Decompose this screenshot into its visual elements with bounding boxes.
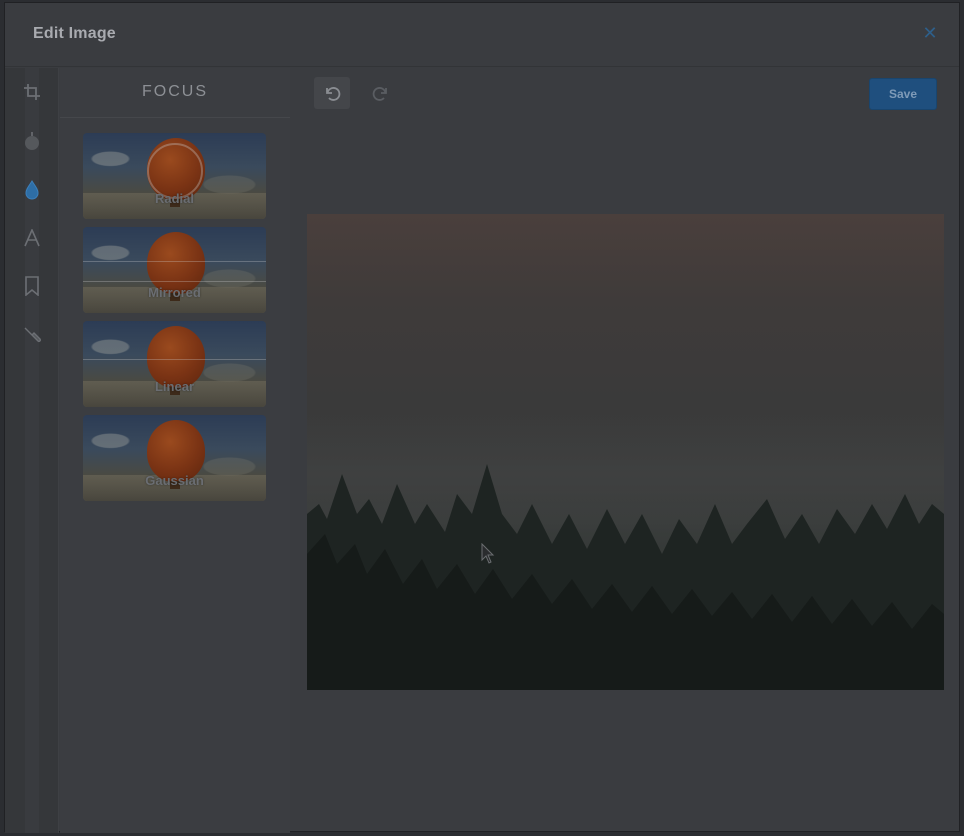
close-icon[interactable]: ✕: [921, 24, 939, 42]
preset-linear[interactable]: Linear: [83, 321, 266, 407]
text-icon[interactable]: [20, 226, 44, 250]
preset-radial[interactable]: Radial: [83, 133, 266, 219]
preset-gaussian[interactable]: Gaussian: [83, 415, 266, 501]
bookmark-icon[interactable]: [20, 274, 44, 298]
preset-label: Mirrored: [148, 285, 201, 300]
preset-mirrored[interactable]: Mirrored: [83, 227, 266, 313]
dialog-header: Edit Image ✕: [5, 3, 959, 67]
brush-icon[interactable]: [20, 322, 44, 346]
dialog-title: Edit Image: [33, 25, 116, 42]
save-button[interactable]: Save: [869, 78, 937, 110]
focus-panel: FOCUS Radial Mirrored Linear Gaussian: [60, 68, 290, 833]
undo-button[interactable]: [314, 77, 350, 109]
mirrored-focus-line: [83, 281, 266, 282]
preset-label: Linear: [154, 379, 194, 394]
redo-button[interactable]: [363, 77, 399, 109]
bomb-filter-icon[interactable]: [20, 129, 44, 153]
edit-image-dialog: Edit Image ✕ FOCUS Radial Mirrored Linea…: [4, 2, 960, 833]
forest-image: [307, 464, 944, 690]
preset-label: Gaussian: [145, 473, 204, 488]
panel-title: FOCUS: [60, 68, 290, 118]
tool-rail: [5, 68, 59, 833]
mouse-cursor-icon: [481, 543, 495, 564]
crop-icon[interactable]: [20, 80, 44, 104]
mirrored-focus-line: [83, 261, 266, 262]
preset-label: Radial: [154, 191, 194, 206]
undo-icon: [326, 87, 341, 101]
image-canvas[interactable]: [307, 214, 944, 690]
redo-icon: [372, 87, 387, 101]
linear-focus-line: [83, 359, 266, 360]
drop-icon[interactable]: [20, 178, 44, 202]
